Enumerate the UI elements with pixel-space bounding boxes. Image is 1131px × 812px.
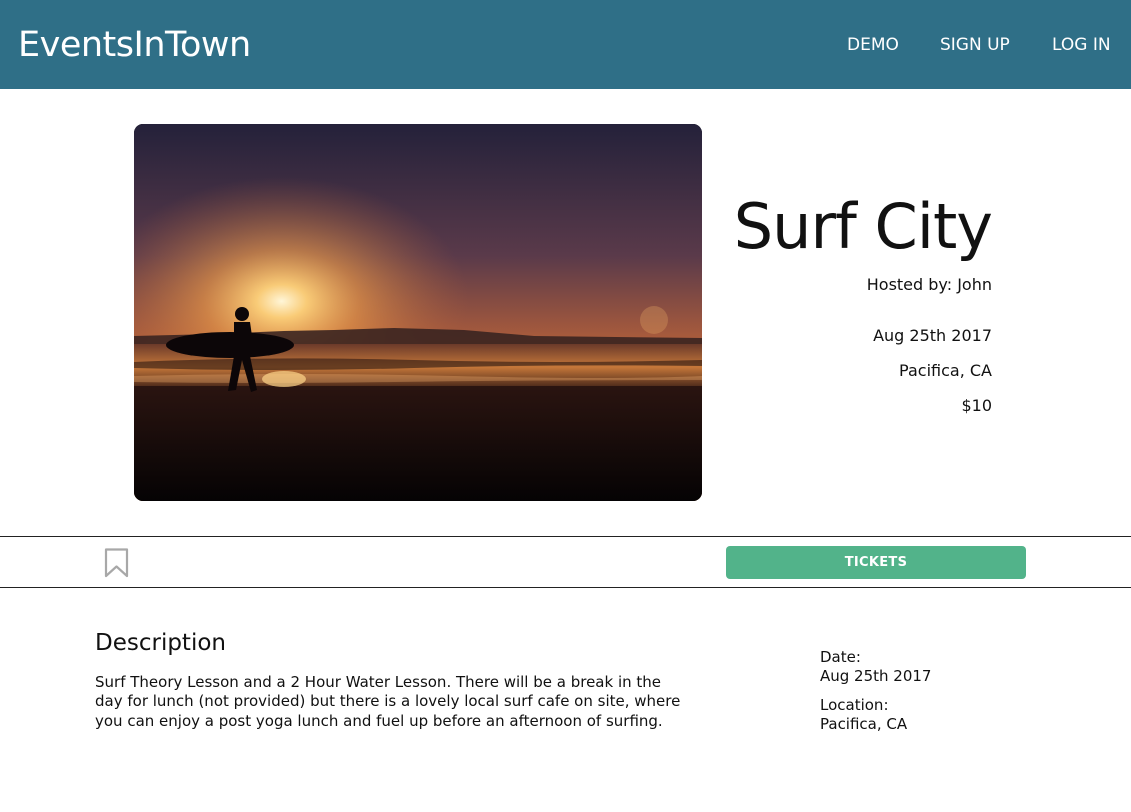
description-text: Surf Theory Lesson and a 2 Hour Water Le… xyxy=(95,673,681,730)
event-image xyxy=(134,124,702,501)
event-details-sidebar: Date: Aug 25th 2017 Location: Pacifica, … xyxy=(820,648,931,734)
event-host: Hosted by: John xyxy=(866,275,992,294)
nav-demo-link[interactable]: DEMO xyxy=(847,34,899,56)
surfer-sunset-image xyxy=(134,124,702,501)
event-info: Surf City Hosted by: John Aug 25th 2017 … xyxy=(720,190,993,417)
action-bar: TICKETS xyxy=(0,536,1131,588)
bookmark-icon[interactable] xyxy=(104,548,129,578)
date-label: Date: xyxy=(820,648,861,666)
nav-login-link[interactable]: LOG IN xyxy=(1052,34,1111,56)
date-value: Aug 25th 2017 xyxy=(820,667,932,685)
event-title: Surf City xyxy=(733,190,993,263)
nav-signup-link[interactable]: SIGN UP xyxy=(940,34,1010,56)
event-location: Pacifica, CA xyxy=(899,361,992,380)
event-date: Aug 25th 2017 xyxy=(873,326,992,345)
tickets-button[interactable]: TICKETS xyxy=(726,546,1026,579)
event-price: $10 xyxy=(961,396,992,415)
navbar: EventsInTown DEMO SIGN UP LOG IN xyxy=(0,0,1131,89)
description-heading: Description xyxy=(95,630,226,656)
location-value: Pacifica, CA xyxy=(820,715,908,733)
location-label: Location: xyxy=(820,696,889,714)
brand-logo[interactable]: EventsInTown xyxy=(18,24,251,66)
